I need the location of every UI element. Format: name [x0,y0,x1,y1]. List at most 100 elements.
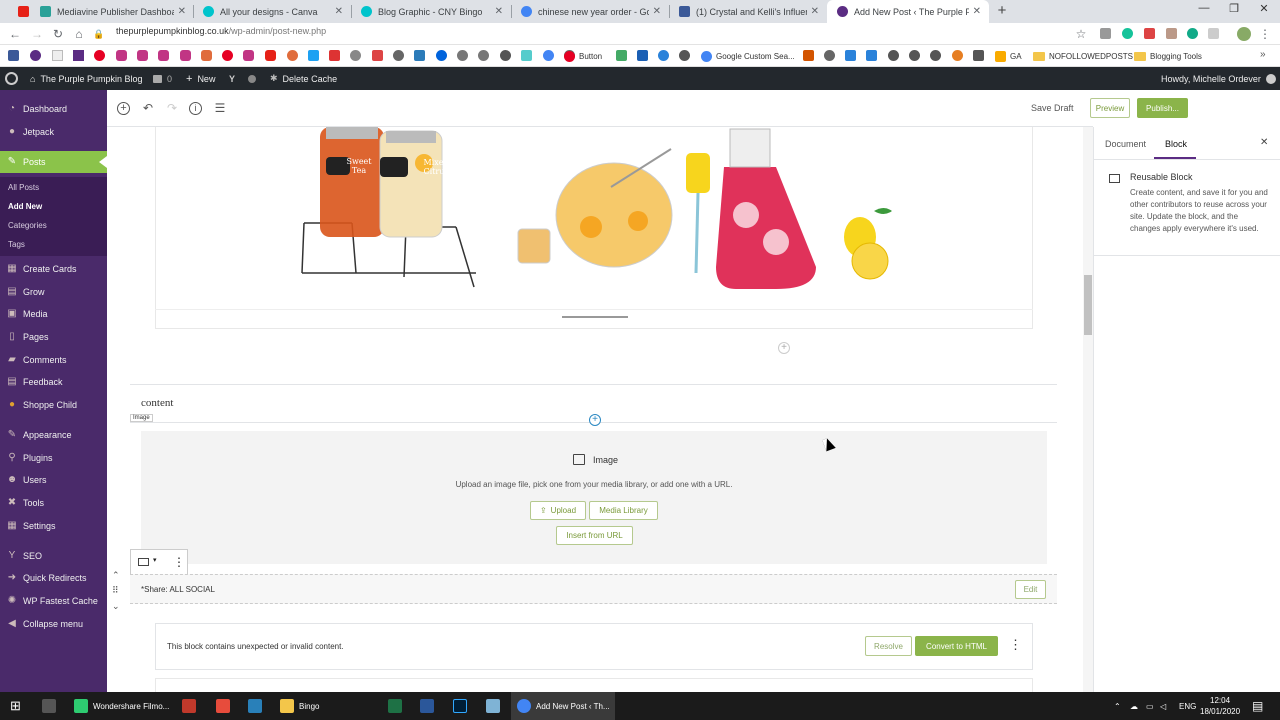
upload-button[interactable]: ⇪ Upload [530,501,586,520]
notifications-icon[interactable]: ▤ [1252,692,1263,720]
add-block-icon[interactable]: + [117,102,130,115]
submenu-categories[interactable]: Categories [8,221,47,230]
bookmark-icon[interactable] [308,50,319,61]
tab-document[interactable]: Document [1105,139,1146,149]
sidebar-item-dashboard[interactable]: ◔ Dashboard [0,98,107,120]
browser-tab[interactable]: (1) Crystal and Kelli's Influencer S ✕ [669,0,827,23]
browser-tab-active[interactable]: Add New Post ‹ The Purple Pump ✕ [827,0,989,23]
submenu-add-new[interactable]: Add New [8,202,42,211]
close-icon[interactable]: ✕ [1260,137,1268,148]
more-options-icon[interactable]: ⋮ [173,555,185,569]
tab-block[interactable]: Block [1165,139,1187,149]
sidebar-item-feedback[interactable]: ▤ Feedback [0,371,107,393]
account-menu[interactable]: Howdy, Michelle Ordever [1161,67,1276,90]
forward-arrow-icon[interactable]: → [30,27,44,41]
yoast-admin-icon[interactable]: Y [229,67,235,90]
sidebar-item-create-cards[interactable]: ▦ Create Cards [0,258,107,280]
chevron-down-icon[interactable]: ▾ [153,556,157,564]
browser-tab[interactable]: Blog Graphic - CNY Bingo ✕ [351,0,511,23]
word-app-icon[interactable] [420,692,439,720]
bookmark-icon[interactable] [521,50,532,61]
flickr-bookmark-icon[interactable] [436,50,447,61]
taskbar-app-chrome[interactable]: Add New Post ‹ Th... [511,692,615,720]
reload-icon[interactable]: ↻ [51,27,65,41]
bookmark-icon[interactable] [52,50,63,61]
close-icon[interactable]: ✕ [811,6,819,17]
insert-from-url-button[interactable]: Insert from URL [556,526,633,545]
edit-reusable-button[interactable]: Edit [1015,580,1046,599]
browser-tab[interactable]: All your designs - Canva ✕ [193,0,351,23]
info-icon[interactable]: i [189,102,202,115]
site-name-link[interactable]: ⌂ The Purple Pumpkin Blog [30,67,143,90]
bookmark-icon[interactable] [201,50,212,61]
bookmark-icon[interactable] [543,50,554,61]
preview-button[interactable]: Preview [1090,98,1130,118]
bookmark-folder-nofollowedposts[interactable]: NOFOLLOWEDPOSTS [1033,50,1133,62]
bookmark-icon[interactable] [658,50,669,61]
sidebar-item-shoppe-child[interactable]: ● Shoppe Child [0,394,107,416]
extension-icon[interactable] [1166,28,1177,39]
close-icon[interactable]: ✕ [335,6,343,17]
block-navigation-icon[interactable]: ☰ [213,101,227,115]
wordpress-logo-icon[interactable] [5,67,18,90]
sidebar-item-settings[interactable]: ▦ Settings [0,515,107,537]
new-tab-plus-icon[interactable]: + [994,3,1010,19]
content-heading[interactable]: content [141,397,173,409]
facebook-bookmark-icon[interactable] [8,50,19,61]
extension-icon[interactable] [1100,28,1111,39]
move-down-icon[interactable]: ⌄ [112,601,120,612]
browser-tab[interactable]: chinese new year order - Google ✕ [511,0,669,23]
instagram-bookmark-icon[interactable] [116,50,127,61]
bookmark-icon[interactable] [679,50,690,61]
instagram-bookmark-icon[interactable] [180,50,191,61]
next-block[interactable] [155,678,1033,692]
close-icon[interactable]: ✕ [973,6,981,17]
clock[interactable]: 12:04 18/01/2020 [1200,692,1240,720]
media-library-button[interactable]: Media Library [589,501,658,520]
bookmark-icon[interactable] [803,50,814,61]
bookmark-icon[interactable] [329,50,340,61]
reusable-block-icon[interactable] [138,558,149,566]
taskbar-app[interactable] [486,692,505,720]
restore-icon[interactable]: ❐ [1222,2,1246,20]
submenu-all-posts[interactable]: All Posts [8,183,39,192]
taskbar-app-bingo[interactable]: Bingo [280,692,319,720]
language-indicator[interactable]: ENG [1179,692,1196,720]
sidebar-item-jetpack[interactable]: ● Jetpack [0,121,107,143]
add-block-inline-icon[interactable]: + [589,414,601,426]
url-field[interactable]: thepurplepumpkinblog.co.uk/wp-admin/post… [116,26,326,36]
bookmark-google-custom-search[interactable]: Google Custom Sea... [701,50,795,62]
gmail-bookmark-icon[interactable] [372,50,383,61]
more-options-icon[interactable]: ⋮ [1009,638,1022,652]
photoshop-app-icon[interactable] [453,692,472,720]
star-icon[interactable]: ☆ [1074,27,1088,41]
sidebar-item-wp-fastest-cache[interactable]: ✺ WP Fastest Cache [0,590,107,612]
bookmark-icon[interactable] [888,50,899,61]
back-arrow-icon[interactable]: ← [8,27,22,41]
extension-icon[interactable] [1187,28,1198,39]
bookmark-icon[interactable] [457,50,468,61]
bookmark-icon[interactable] [637,50,648,61]
publish-button[interactable]: Publish... [1137,98,1188,118]
bookmark-ga[interactable]: GA [995,50,1022,62]
bookmark-icon[interactable] [73,50,84,61]
move-up-icon[interactable]: ⌃ [112,570,120,581]
bookmark-icon[interactable] [478,50,489,61]
close-icon[interactable]: ✕ [653,6,661,17]
resolve-button[interactable]: Resolve [865,636,912,656]
sidebar-item-tools[interactable]: ✖ Tools [0,492,107,514]
bookmark-icon[interactable] [350,50,361,61]
bookmark-icon[interactable] [952,50,963,61]
image-caption-field[interactable] [155,309,1033,329]
sidebar-item-posts[interactable]: ✎ Posts [0,151,107,173]
convert-to-html-button[interactable]: Convert to HTML [915,636,998,656]
bookmark-icon[interactable] [30,50,41,61]
instagram-bookmark-icon[interactable] [243,50,254,61]
comments-link[interactable]: 0 [153,67,172,90]
bookmark-icon[interactable] [973,50,984,61]
delete-cache-link[interactable]: ✱ Delete Cache [270,67,337,90]
bookmark-icon[interactable] [414,50,425,61]
close-window-icon[interactable]: ✕ [1252,2,1276,20]
redo-icon[interactable]: ↷ [165,101,179,115]
profile-avatar[interactable] [1237,27,1251,41]
